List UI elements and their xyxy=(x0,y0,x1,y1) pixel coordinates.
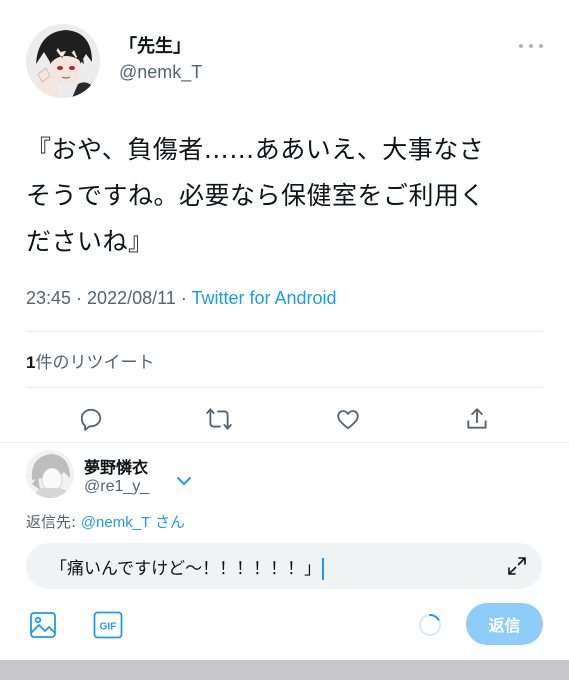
retweet-count-row[interactable]: 1件のリツイート xyxy=(26,348,154,373)
meta-separator: · xyxy=(71,288,88,308)
comment-icon[interactable] xyxy=(76,404,106,434)
author-handle[interactable]: @nemk_T xyxy=(119,62,202,83)
more-dot xyxy=(529,44,533,48)
reply-to-line: 返信先: @nemk_T さん xyxy=(26,511,185,532)
tweet-actions xyxy=(0,400,569,440)
gif-icon[interactable]: GIF xyxy=(93,611,123,639)
bottom-bar xyxy=(0,660,569,680)
chevron-down-icon[interactable] xyxy=(176,472,192,485)
divider xyxy=(26,331,543,332)
author-avatar[interactable] xyxy=(26,24,100,98)
tweet-time[interactable]: 23:45 xyxy=(26,288,71,308)
reply-to-label: 返信先: xyxy=(26,513,81,531)
reply-area-divider xyxy=(0,442,569,443)
reply-to-suffix: さん xyxy=(150,513,186,531)
reply-user-handle: @re1_y_ xyxy=(84,478,150,495)
retweet-label: 件のリツイート xyxy=(35,353,155,373)
reply-compose-box[interactable]: 「痛いんですけど〜！！！！！！」 xyxy=(26,543,542,589)
tweet-text-line: そうですね。必要なら保健室をご利用く xyxy=(26,181,486,210)
tweet-text: 『おや、負傷者……ああいえ、大事なさ そうですね。必要なら保健室をご利用く ださ… xyxy=(26,127,546,265)
retweet-icon[interactable] xyxy=(204,404,234,434)
more-options-icon[interactable] xyxy=(519,38,543,54)
tweet-header: 「先生」 @nemk_T xyxy=(26,24,543,100)
author-name[interactable]: 「先生」 xyxy=(119,32,191,58)
compose-field[interactable]: 「痛いんですけど〜！！！！！！」 xyxy=(50,554,325,580)
reply-user-avatar[interactable] xyxy=(26,450,74,498)
divider xyxy=(26,387,543,388)
tweet-date[interactable]: 2022/08/11 xyxy=(87,288,176,308)
reply-to-mention[interactable]: @nemk_T xyxy=(81,514,150,531)
share-icon[interactable] xyxy=(462,404,492,434)
compose-toolbar: GIF 返信 xyxy=(0,600,569,650)
more-dot xyxy=(539,44,543,48)
svg-text:GIF: GIF xyxy=(100,622,117,633)
character-counter-icon xyxy=(418,613,442,637)
reply-user-row: 夢野憐衣 @re1_y_ xyxy=(26,450,326,506)
compose-text: 「痛いんですけど〜！！！！！！」 xyxy=(50,559,322,579)
tweet-meta: 23:45 · 2022/08/11 · Twitter for Android xyxy=(26,288,337,309)
text-cursor xyxy=(322,558,325,580)
heart-icon[interactable] xyxy=(333,404,363,434)
tweet-text-line: ださいね』 xyxy=(26,227,154,256)
image-icon[interactable] xyxy=(29,611,57,639)
reply-user-name: 夢野憐衣 xyxy=(84,458,149,477)
tweet-text-line: 『おや、負傷者……ああいえ、大事なさ xyxy=(26,135,485,164)
expand-icon[interactable] xyxy=(506,555,528,577)
tweet-source-link[interactable]: Twitter for Android xyxy=(191,288,336,308)
reply-send-button[interactable]: 返信 xyxy=(466,603,543,645)
more-dot xyxy=(519,44,523,48)
meta-separator: · xyxy=(175,288,192,308)
